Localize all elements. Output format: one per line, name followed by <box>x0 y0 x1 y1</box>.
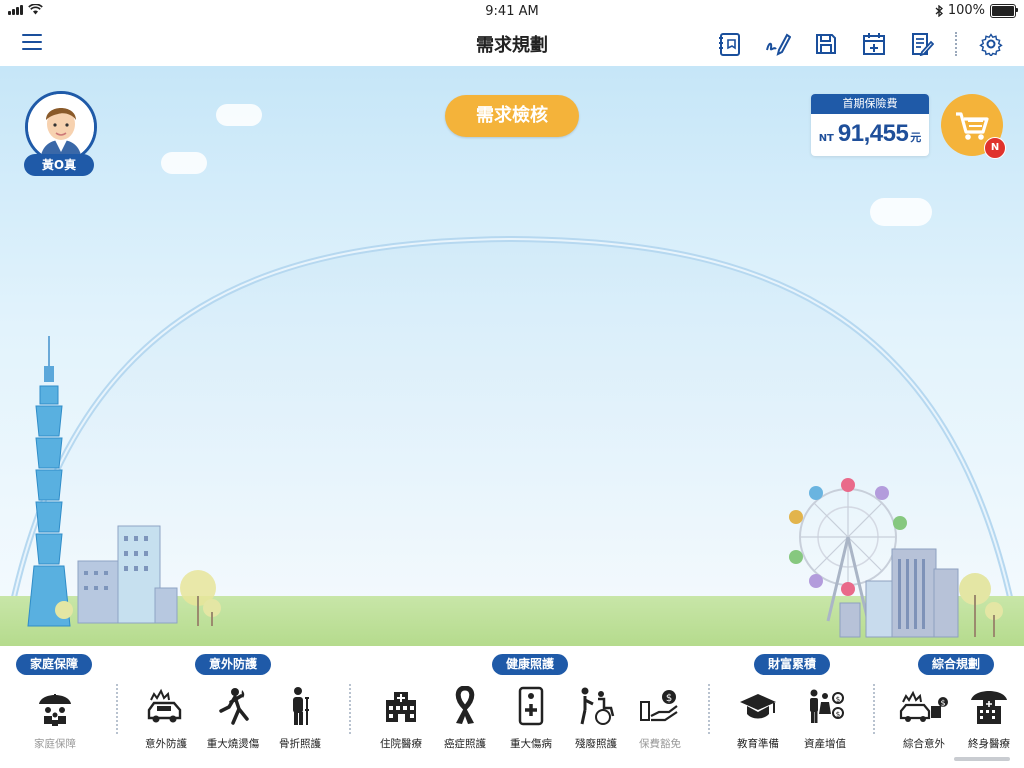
item-label: 殘廢照護 <box>575 738 617 750</box>
category-wealth[interactable]: 財富累積 <box>754 654 830 675</box>
group-divider <box>116 684 118 734</box>
item-label: 重大傷病 <box>510 738 552 750</box>
home-indicator[interactable] <box>954 757 1010 761</box>
needs-category-bar: 家庭保障 意外防護 健康照護 財富累積 綜合規劃 家庭保障 意外防護 重大燒燙傷… <box>0 646 1024 768</box>
umbrella-family-icon <box>39 694 71 726</box>
premium-label: 首期保險費 <box>811 94 929 114</box>
item-label: 意外防護 <box>145 738 187 750</box>
group-divider <box>349 684 351 734</box>
fracture-crutch-icon <box>293 687 309 725</box>
item-disability-care[interactable]: 殘廢照護 <box>561 684 631 751</box>
car-crash-icon <box>147 688 182 723</box>
premium-value: NT 91,455 元 <box>811 120 929 148</box>
item-label: 保費豁免 <box>639 738 681 750</box>
accident-coverage-icon: $ <box>899 690 948 722</box>
taipei-101-tower <box>27 336 221 627</box>
burn-injury-icon <box>219 688 249 725</box>
item-label: 教育準備 <box>737 738 779 750</box>
item-label: 癌症照護 <box>444 738 486 750</box>
nav-bar: 需求規劃 <box>0 22 1024 66</box>
client-name: 黃O真 <box>24 154 94 176</box>
item-family-protection[interactable]: 家庭保障 <box>20 684 90 751</box>
category-comprehensive[interactable]: 綜合規劃 <box>918 654 994 675</box>
status-bar: 9:41 AM 100% <box>0 0 1024 22</box>
item-label: 終身醫療 <box>968 738 1010 750</box>
premium-currency: NT <box>818 133 834 144</box>
client-portrait-icon <box>28 94 94 160</box>
notebook-icon[interactable] <box>715 30 745 58</box>
signature-icon[interactable] <box>763 30 793 58</box>
first-premium-panel: 首期保險費 NT 91,455 元 <box>811 94 929 156</box>
item-accident-protection[interactable]: 意外防護 <box>131 684 201 751</box>
svg-text:$: $ <box>836 711 840 719</box>
status-right: 100% <box>935 3 1018 18</box>
item-education[interactable]: 教育準備 <box>723 684 793 751</box>
item-label: 重大燒燙傷 <box>206 738 260 750</box>
svg-text:$: $ <box>836 696 840 704</box>
planning-scene: 黃O真 需求檢核 首期保險費 NT 91,455 元 N <box>0 66 1024 646</box>
graduation-cap-icon <box>740 694 776 719</box>
wheelchair-care-icon <box>580 687 615 725</box>
item-comprehensive-accident[interactable]: $ 綜合意外 <box>889 684 959 751</box>
toolbar-divider <box>955 32 958 56</box>
ferris-wheel-city <box>789 478 1003 638</box>
item-label: 骨折照護 <box>279 738 321 750</box>
premium-unit: 元 <box>910 131 922 144</box>
hospital-icon <box>386 692 416 722</box>
nav-toolbar <box>697 30 1006 58</box>
premium-amount: 91,455 <box>837 120 909 147</box>
group-divider <box>873 684 875 734</box>
premium-waiver-icon: $ <box>640 690 678 722</box>
item-major-burn[interactable]: 重大燒燙傷 <box>198 684 268 751</box>
group-divider <box>708 684 710 734</box>
umbrella-hospital-icon <box>971 691 1007 724</box>
item-cancer-care[interactable]: 癌症照護 <box>430 684 500 751</box>
bluetooth-icon <box>935 4 943 17</box>
item-lifetime-medical[interactable]: 終身醫療 <box>954 684 1024 751</box>
item-label: 資產增值 <box>804 738 846 750</box>
item-label: 住院醫療 <box>380 738 422 750</box>
category-health[interactable]: 健康照護 <box>492 654 568 675</box>
calendar-add-icon[interactable] <box>859 30 889 58</box>
svg-text:$: $ <box>666 693 672 704</box>
battery-percent: 100% <box>947 3 985 18</box>
category-family[interactable]: 家庭保障 <box>16 654 92 675</box>
category-accident[interactable]: 意外防護 <box>195 654 271 675</box>
medical-card-icon <box>518 686 544 726</box>
save-icon[interactable] <box>811 30 841 58</box>
item-premium-waiver[interactable]: $ 保費豁免 <box>625 684 695 751</box>
item-hospital-care[interactable]: 住院醫療 <box>366 684 436 751</box>
cart-badge: N <box>984 137 1006 159</box>
settings-icon[interactable] <box>976 30 1006 58</box>
needs-check-button[interactable]: 需求檢核 <box>445 95 579 137</box>
item-fracture-care[interactable]: 骨折照護 <box>265 684 335 751</box>
svg-text:$: $ <box>940 699 945 708</box>
status-time: 9:41 AM <box>485 4 539 19</box>
cancer-ribbon-icon <box>455 686 475 724</box>
battery-icon <box>990 3 1018 18</box>
item-asset-growth[interactable]: $ $ 資產增值 <box>790 684 860 751</box>
client-avatar[interactable] <box>25 91 97 163</box>
edit-document-icon[interactable] <box>907 30 937 58</box>
asset-growth-icon: $$ <box>810 689 844 723</box>
item-critical-illness[interactable]: 重大傷病 <box>496 684 566 751</box>
item-label: 家庭保障 <box>34 738 76 750</box>
item-label: 綜合意外 <box>903 738 945 750</box>
